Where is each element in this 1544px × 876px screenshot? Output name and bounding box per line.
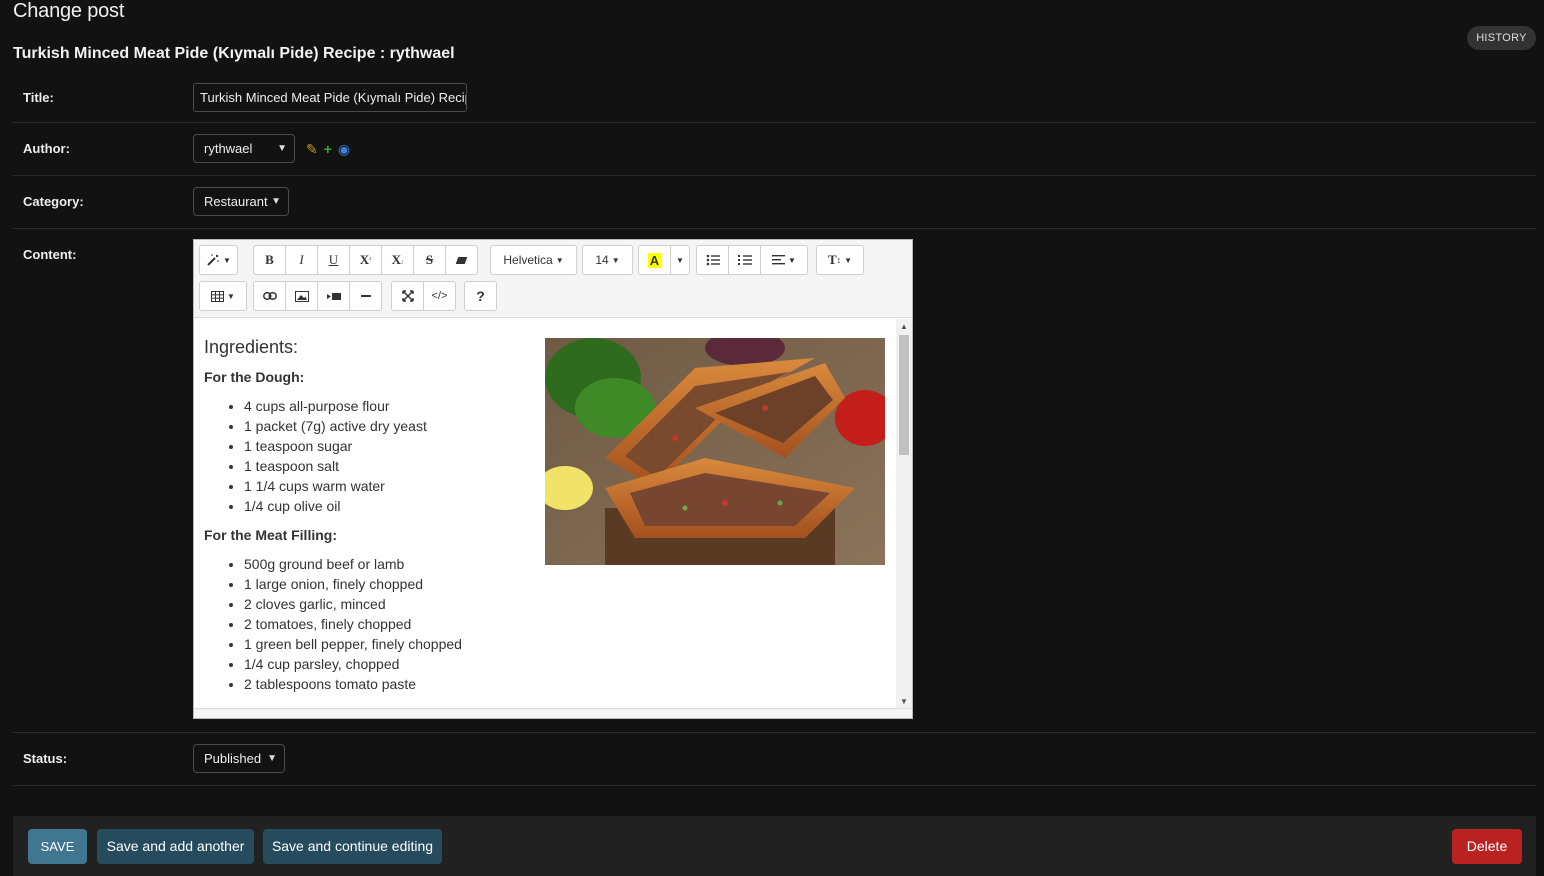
fullscreen-button[interactable] [391,281,424,311]
bullet-list-icon [706,254,720,266]
ordered-list-button[interactable] [728,245,761,275]
code-icon: </> [431,290,448,302]
category-select-value: Restaurant [204,194,268,209]
underline-button[interactable]: U [317,245,350,275]
style-magic-button[interactable]: ▼ [199,245,238,275]
related-widget-links: ✎ + ◉ [306,141,356,158]
minus-icon [360,295,371,297]
bold-button[interactable]: B [253,245,286,275]
pide-photo[interactable] [545,338,885,565]
strikethrough-button[interactable]: S [413,245,446,275]
color-dropdown-button[interactable]: ▼ [670,245,690,275]
help-button[interactable]: ? [464,281,497,311]
text-height-icon: T [827,252,837,267]
table-dropdown-button[interactable]: ▼ [199,281,247,311]
chevron-down-icon: ▼ [277,143,287,154]
editor-content[interactable]: Ingredients: For the Dough: 4 cups all-p… [194,319,896,709]
unordered-list-button[interactable] [696,245,729,275]
author-label: Author: [23,141,70,156]
editor-resize-bar[interactable] [194,708,912,718]
subscript-button[interactable]: X₂ [381,245,414,275]
help-icon: ? [476,288,485,304]
expand-icon [401,290,414,302]
edit-related-icon[interactable]: ✎ [306,141,318,157]
save-and-add-another-button[interactable]: Save and add another [97,829,254,864]
content-label: Content: [23,247,77,262]
insert-link-button[interactable] [253,281,286,311]
link-icon [262,292,277,300]
font-name-value: Helvetica [503,253,553,267]
highlight-color-icon: A [647,252,662,268]
rich-text-editor: ▼ B I U X² X₂ S Helvetica ▼ 14 ▼ A ▼ ▼ T… [193,239,913,719]
status-select-value: Published [204,751,262,766]
list-item: 1/4 cup parsley, chopped [244,654,886,674]
submit-row: Save Save and add another Save and conti… [13,816,1536,876]
list-item: 1 large onion, finely chopped [244,574,886,594]
video-icon [326,292,341,300]
object-title: Turkish Minced Meat Pide (Kıymalı Pide) … [13,45,455,62]
status-label: Status: [23,751,68,766]
insert-video-button[interactable] [317,281,350,311]
line-height-dropdown[interactable]: T ↕ ▼ [816,245,864,275]
table-icon [211,290,225,302]
numbered-list-icon [737,255,752,265]
chevron-down-icon: ▼ [271,196,281,207]
delete-button[interactable]: Delete [1452,829,1522,864]
horizontal-rule-button[interactable] [349,281,382,311]
list-item: 2 cloves garlic, minced [244,594,886,614]
page-heading: Change post [13,0,125,22]
paragraph-align-dropdown[interactable]: ▼ [760,245,808,275]
highlight-color-button[interactable]: A [638,245,671,275]
view-related-icon[interactable]: ◉ [338,141,350,157]
align-left-icon [772,255,786,265]
title-input[interactable]: Turkish Minced Meat Pide (Kıymalı Pide) … [193,83,467,112]
font-name-dropdown[interactable]: Helvetica ▼ [490,245,577,275]
author-select-value: rythwael [204,141,253,156]
editor-toolbar: ▼ B I U X² X₂ S Helvetica ▼ 14 ▼ A ▼ ▼ T… [194,240,912,318]
superscript-button[interactable]: X² [349,245,382,275]
insert-image-button[interactable] [285,281,318,311]
category-label: Category: [23,194,84,209]
scroll-up-icon[interactable]: ▲ [900,322,908,331]
scroll-thumb[interactable] [899,335,909,455]
font-size-value: 14 [595,253,609,267]
category-select[interactable]: Restaurant ▼ [193,187,289,216]
author-select[interactable]: rythwael ▼ [193,134,295,163]
status-select[interactable]: Published ▼ [193,744,285,773]
add-related-icon[interactable]: + [324,141,332,157]
italic-button[interactable]: I [285,245,318,275]
list-item: 1 green bell pepper, finely chopped [244,634,886,654]
chevron-down-icon: ▼ [267,753,277,764]
magic-wand-icon [207,254,219,266]
save-button[interactable]: Save [28,829,87,864]
history-button[interactable]: History [1467,26,1536,50]
scroll-down-icon[interactable]: ▼ [900,697,908,706]
font-size-dropdown[interactable]: 14 ▼ [582,245,633,275]
list-item: 2 tablespoons tomato paste [244,674,886,694]
eraser-button[interactable] [445,245,478,275]
save-and-continue-button[interactable]: Save and continue editing [263,829,442,864]
eraser-icon [455,256,468,264]
list-item: 2 tomatoes, finely chopped [244,614,886,634]
picture-icon [294,290,309,302]
filling-list: 500g ground beef or lamb 1 large onion, … [204,554,886,694]
title-label: Title: [23,90,54,105]
editor-scrollbar[interactable]: ▲ ▼ [896,319,912,709]
code-view-button[interactable]: </> [423,281,456,311]
